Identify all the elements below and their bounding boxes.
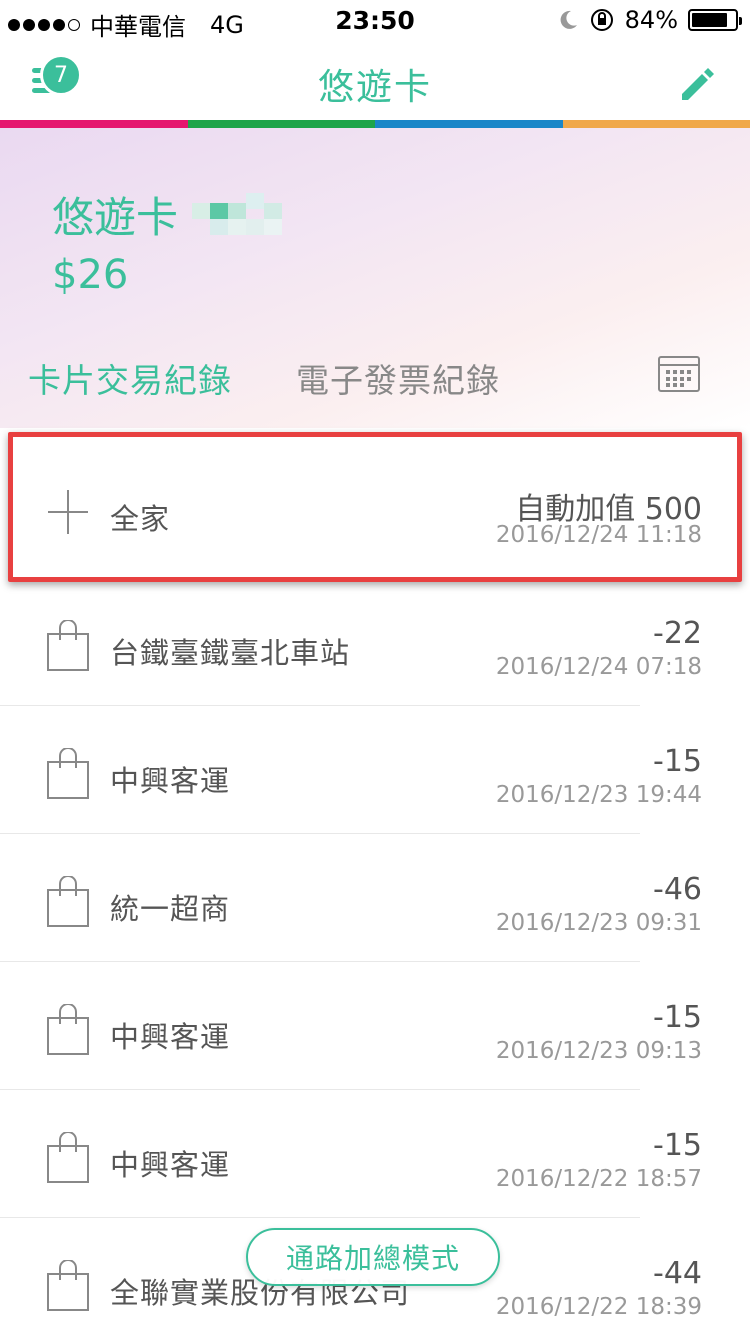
edit-pencil-icon[interactable]	[674, 60, 720, 106]
merchant-name: 統一超商	[110, 892, 231, 926]
page-title: 悠遊卡	[317, 67, 432, 108]
card-name: 悠遊卡	[52, 184, 283, 245]
card-balance: $26	[52, 252, 129, 298]
transaction-amount: -22	[653, 616, 702, 651]
moon-icon	[560, 10, 577, 29]
transaction-amount: -44	[653, 1256, 702, 1291]
transaction-amount: -15	[653, 1128, 702, 1163]
transaction-date: 2016/12/24 11:18	[495, 522, 702, 548]
record-tabs: 卡片交易紀錄 電子發票紀錄	[0, 350, 750, 400]
transaction-date: 2016/12/22 18:57	[495, 1166, 702, 1192]
transaction-row[interactable]: 統一超商 -46 2016/12/23 09:31	[0, 834, 750, 962]
orientation-lock-icon	[590, 9, 613, 31]
transaction-row[interactable]: 中興客運 -15 2016/12/23 09:13	[0, 962, 750, 1090]
redacted-card-number	[192, 192, 283, 237]
transaction-row-topup[interactable]: 全家 自動加值 500 2016/12/24 11:18	[0, 438, 750, 578]
shopping-bag-icon	[47, 1004, 89, 1055]
transaction-date: 2016/12/23 19:44	[495, 782, 702, 808]
transaction-row[interactable]: 中興客運 -15 2016/12/22 18:57	[0, 1090, 750, 1218]
transaction-amount: -15	[653, 1000, 702, 1035]
transaction-row[interactable]: 中興客運 -15 2016/12/23 19:44	[0, 706, 750, 834]
calendar-icon[interactable]	[658, 356, 700, 392]
transaction-date: 2016/12/23 09:31	[495, 910, 702, 936]
card-name-label: 悠遊卡	[52, 193, 179, 242]
merchant-name: 中興客運	[110, 1020, 231, 1054]
status-bar: 中華電信 4G 23:50 84%	[0, 0, 750, 41]
merchant-name: 中興客運	[110, 764, 231, 798]
merchant-name: 全家	[110, 502, 171, 536]
transaction-date: 2016/12/22 18:39	[495, 1294, 702, 1320]
merchant-name: 台鐵臺鐵臺北車站	[110, 636, 351, 670]
transaction-list: 全家 自動加值 500 2016/12/24 11:18 台鐵臺鐵臺北車站 -2…	[0, 438, 750, 1334]
card-header: 悠遊卡 $26 卡片交易紀錄 電子發票紀錄	[0, 128, 750, 428]
shopping-bag-icon	[47, 1260, 89, 1311]
shopping-bag-icon	[47, 1132, 89, 1183]
transaction-amount: -15	[653, 744, 702, 779]
shopping-bag-icon	[47, 876, 89, 927]
battery-icon	[688, 9, 742, 31]
tab-e-invoice[interactable]: 電子發票紀錄	[296, 354, 500, 402]
plus-icon	[48, 490, 88, 534]
shopping-bag-icon	[47, 620, 89, 671]
merchant-name: 中興客運	[110, 1148, 231, 1182]
transaction-date: 2016/12/24 07:18	[495, 654, 702, 680]
tab-card-transactions[interactable]: 卡片交易紀錄	[28, 354, 232, 402]
color-strip	[0, 120, 750, 128]
transaction-amount: -46	[653, 872, 702, 907]
navigation-bar: 7 悠遊卡	[0, 40, 750, 120]
transaction-row[interactable]: 台鐵臺鐵臺北車站 -22 2016/12/24 07:18	[0, 578, 750, 706]
channel-summary-mode-button[interactable]: 通路加總模式	[246, 1228, 500, 1286]
shopping-bag-icon	[47, 748, 89, 799]
battery-percent: 84%	[624, 6, 678, 34]
transaction-date: 2016/12/23 09:13	[495, 1038, 702, 1064]
